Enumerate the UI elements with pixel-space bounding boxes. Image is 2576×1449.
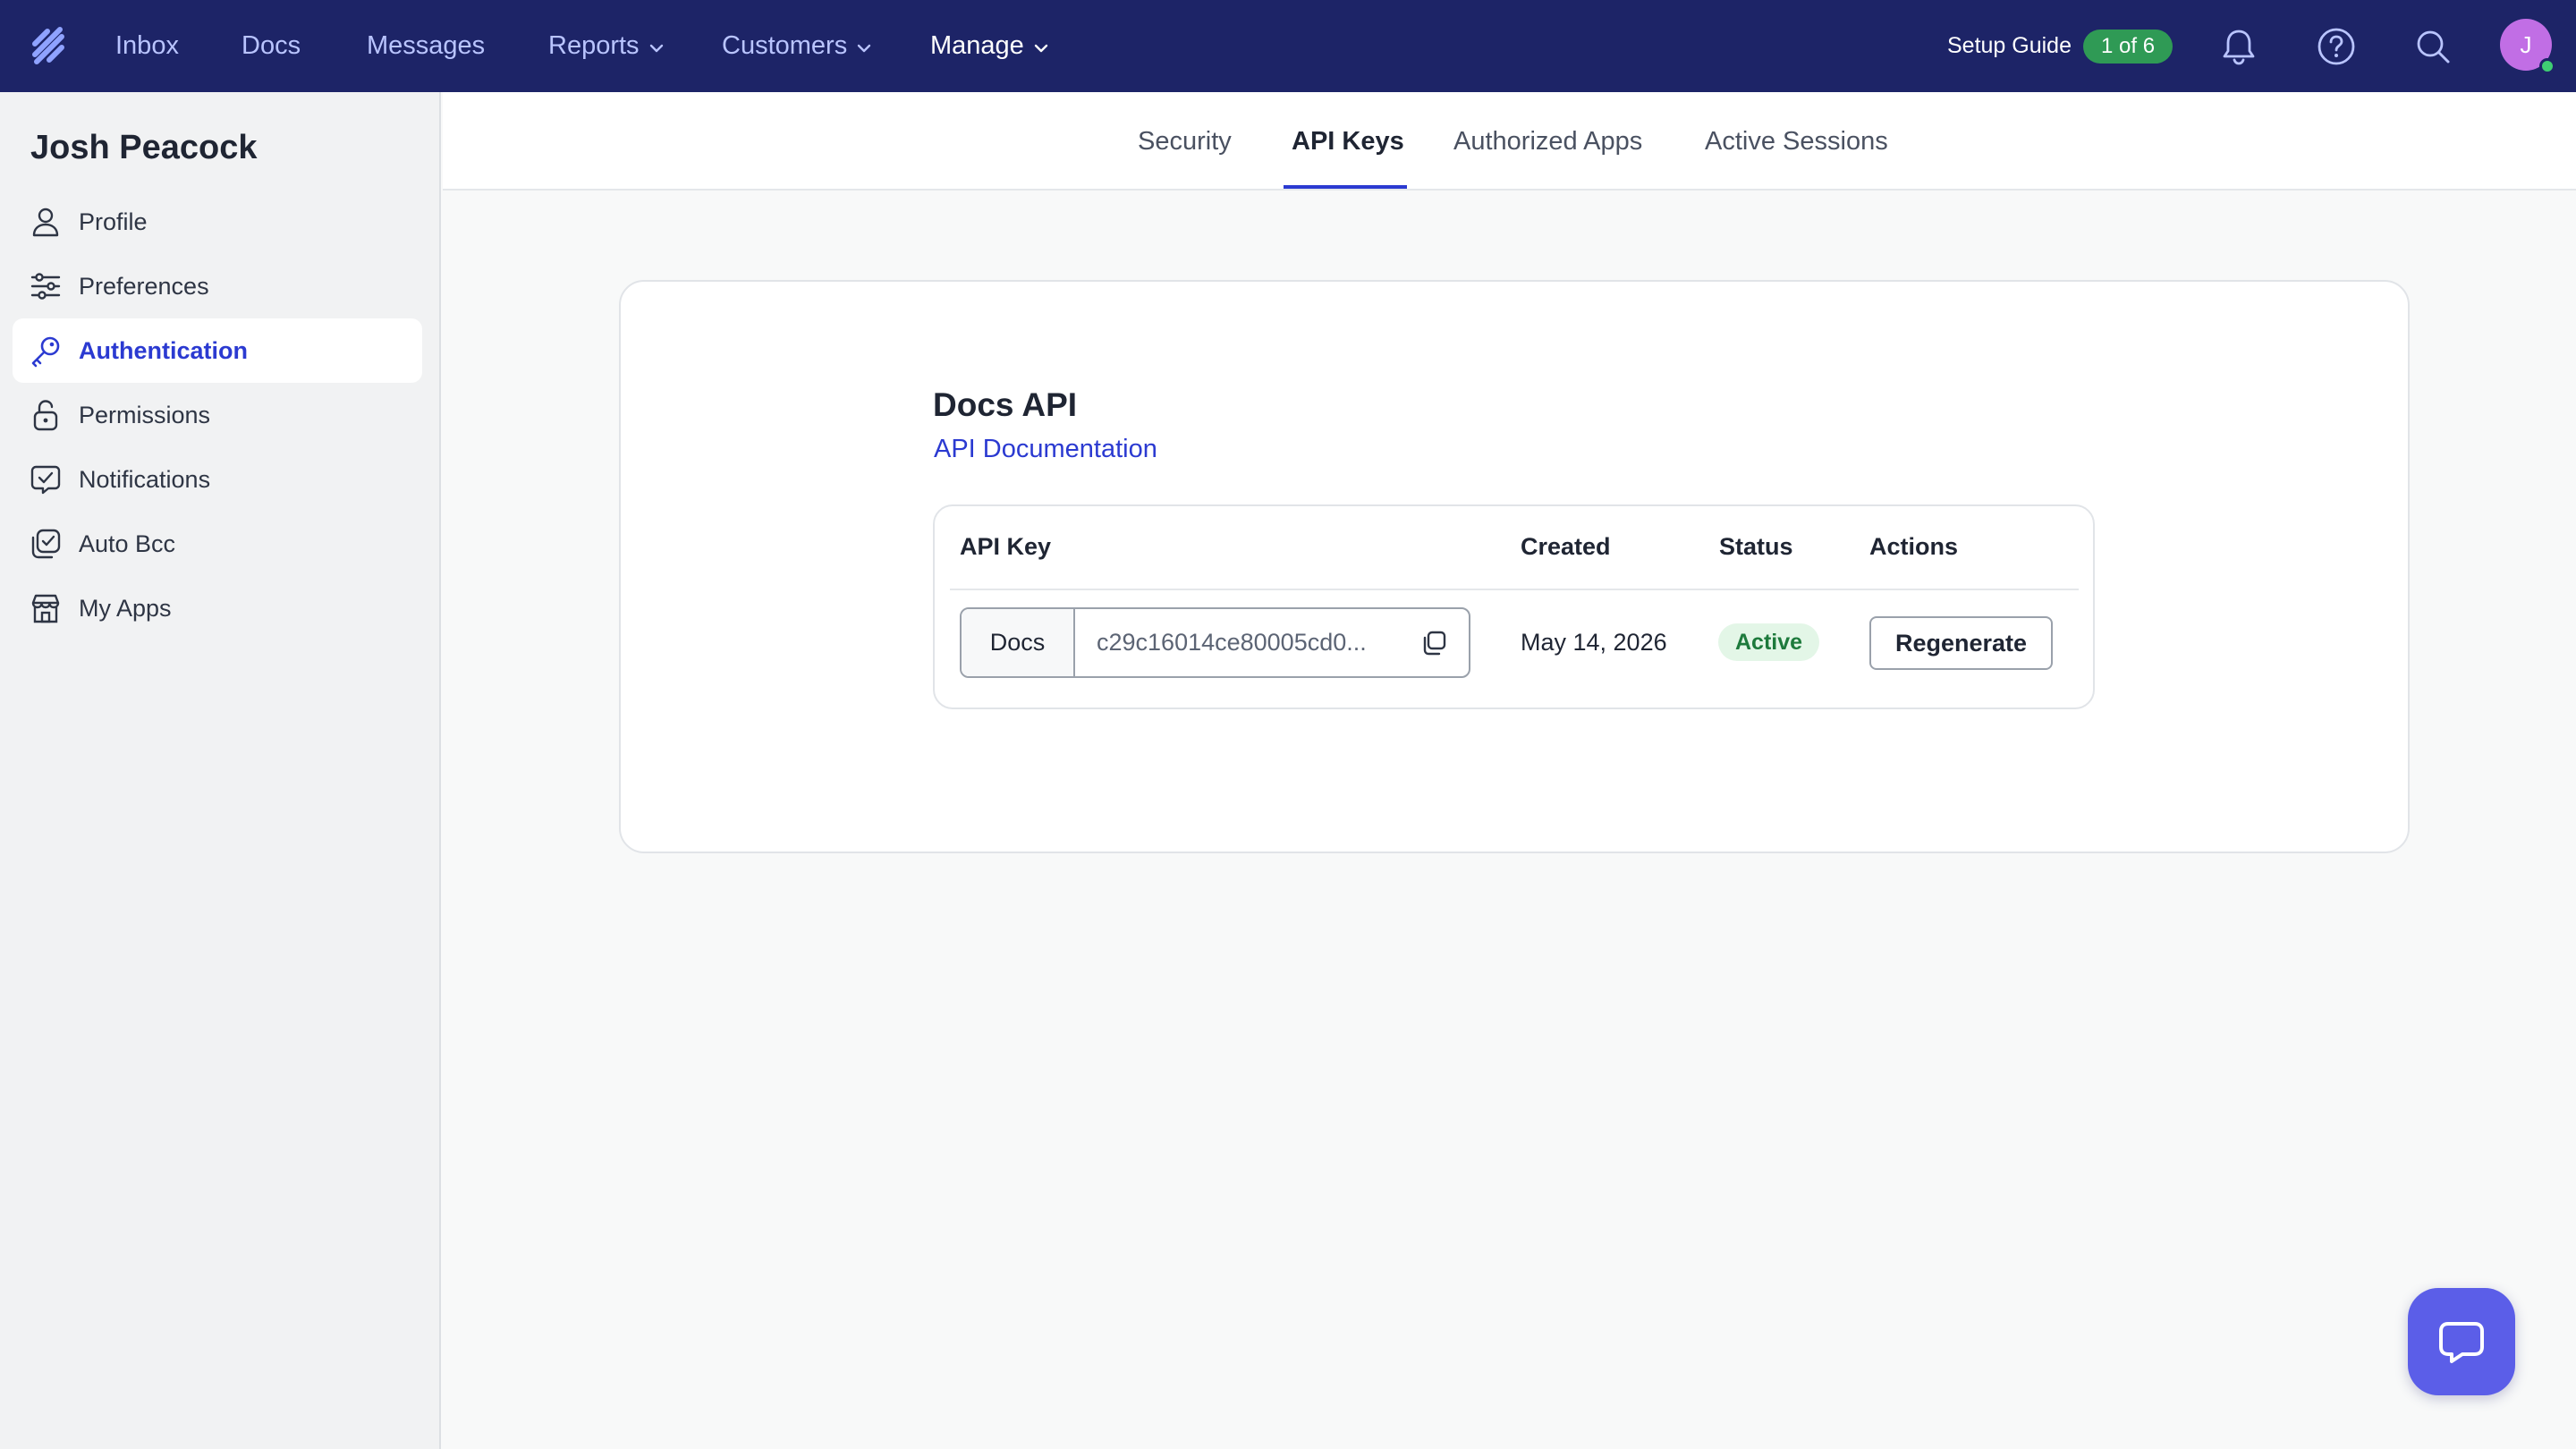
sidebar-item-label: Notifications [79,465,211,493]
regenerate-button[interactable]: Regenerate [1869,616,2053,670]
chat-beacon-button[interactable] [2408,1288,2515,1395]
online-status-dot [2539,58,2555,74]
setup-guide-progress-badge: 1 of 6 [2083,29,2174,64]
sidebar-item-label: Profile [79,208,148,235]
bell-icon[interactable] [2218,26,2259,67]
sidebar-item-permissions[interactable]: Permissions [13,383,422,447]
column-header-status: Status [1719,533,1793,560]
search-icon[interactable] [2412,26,2453,67]
sidebar-item-authentication[interactable]: Authentication [13,318,422,383]
tab-active-sessions[interactable]: Active Sessions [1705,92,1888,191]
sidebar-item-profile[interactable]: Profile [13,190,422,254]
tab-security[interactable]: Security [1138,92,1232,191]
status-badge: Active [1718,623,1820,661]
nav-reports[interactable]: Reports [548,0,665,92]
nav-docs[interactable]: Docs [242,0,301,92]
copy-icon[interactable] [1419,629,1448,657]
column-header-api-key: API Key [960,533,1052,560]
api-key-value[interactable]: c29c16014ce80005cd0... [1075,609,1469,676]
settings-tabs: Security API Keys Authorized Apps Active… [443,92,2576,191]
column-header-actions: Actions [1869,533,1959,560]
key-icon [31,336,60,368]
tab-api-keys[interactable]: API Keys [1292,92,1404,191]
lock-icon [33,400,58,431]
sidebar-item-preferences[interactable]: Preferences [13,254,422,318]
chat-bubble-icon [2439,1322,2484,1363]
column-header-created: Created [1521,533,1611,560]
nav-manage[interactable]: Manage [930,0,1049,92]
settings-sidebar: Josh Peacock Profile Preferences Authent… [0,92,441,1449]
store-icon [31,594,60,623]
notification-check-icon [30,465,61,495]
sliders-icon [30,273,61,300]
copy-check-icon [31,529,61,559]
sidebar-item-label: Auto Bcc [79,530,176,557]
helpscout-logo[interactable] [30,24,67,67]
sidebar-item-label: Authentication [79,336,248,364]
chevron-down-icon [649,44,663,52]
tab-authorized-apps[interactable]: Authorized Apps [1453,92,1642,191]
created-date: May 14, 2026 [1521,629,1667,656]
sidebar-item-my-apps[interactable]: My Apps [13,576,422,640]
sidebar-item-auto-bcc[interactable]: Auto Bcc [13,512,422,576]
top-navigation: Inbox Docs Messages Reports Customers Ma… [0,0,2576,92]
help-icon[interactable] [2316,26,2357,67]
setup-guide[interactable]: Setup Guide 1 of 6 [1947,0,2174,92]
setup-guide-label: Setup Guide [1947,33,2072,58]
sidebar-item-label: Preferences [79,272,209,300]
sidebar-item-label: My Apps [79,594,172,622]
user-name: Josh Peacock [30,129,258,166]
active-tab-indicator [1284,185,1407,189]
sidebar-item-label: Permissions [79,401,211,428]
table-header-divider [950,589,2079,590]
chevron-down-icon [858,44,871,52]
api-documentation-link[interactable]: API Documentation [934,435,1157,464]
api-key-field: Docs c29c16014ce80005cd0... [960,607,1470,678]
person-icon [32,208,59,237]
nav-customers[interactable]: Customers [722,0,872,92]
nav-inbox[interactable]: Inbox [115,0,179,92]
sidebar-item-notifications[interactable]: Notifications [13,447,422,512]
avatar-initial: J [2520,30,2532,58]
chevron-down-icon [1034,44,1048,52]
api-section-title: Docs API [933,386,1078,423]
nav-messages[interactable]: Messages [367,0,485,92]
api-key-prefix: Docs [962,609,1075,676]
